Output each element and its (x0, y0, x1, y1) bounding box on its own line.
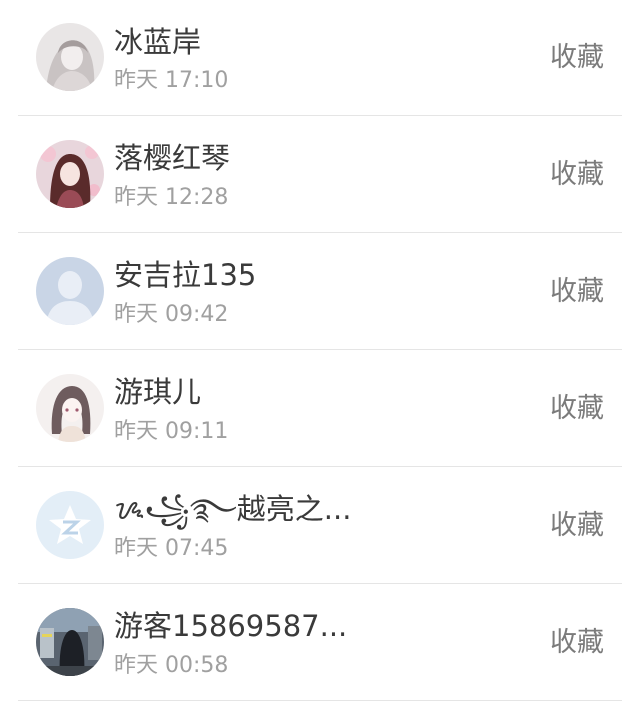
user-name: 安吉拉135 (114, 258, 257, 292)
anime-girl-avatar-icon[interactable] (36, 140, 104, 208)
default-user-avatar-icon[interactable] (36, 257, 104, 325)
user-name: 游琪儿 (114, 375, 202, 409)
favorite-button[interactable]: 收藏 (550, 42, 604, 74)
list-item[interactable]: 冰蓝岸 昨天 17:10 收藏 (0, 0, 640, 117)
visit-time: 昨天 17:10 (114, 68, 229, 93)
user-name: 落樱红琴 (114, 141, 231, 175)
user-name: 游客15869587... (114, 609, 348, 643)
favorite-button[interactable]: 收藏 (550, 159, 604, 191)
user-name: ᝰ꧁࿐越亮之... (114, 492, 352, 526)
qzone-star-avatar-icon[interactable] (36, 491, 104, 559)
visit-time: 昨天 07:45 (114, 536, 229, 561)
user-name: 冰蓝岸 (114, 25, 202, 59)
divider (18, 700, 622, 701)
anime-girl-avatar-icon[interactable] (36, 374, 104, 442)
visit-time: 昨天 00:58 (114, 653, 229, 678)
visit-time: 昨天 09:42 (114, 302, 229, 327)
visit-time: 昨天 09:11 (114, 419, 229, 444)
list-item[interactable]: 游琪儿 昨天 09:11 收藏 (0, 350, 640, 467)
visit-time: 昨天 12:28 (114, 185, 229, 210)
visitor-list: 冰蓝岸 昨天 17:10 收藏 落樱红琴 昨天 12:28 收藏 安吉拉135 … (0, 0, 640, 722)
favorite-button[interactable]: 收藏 (550, 393, 604, 425)
list-item[interactable]: 安吉拉135 昨天 09:42 收藏 (0, 233, 640, 350)
list-item[interactable]: 游客15869587... 昨天 00:58 收藏 (0, 584, 640, 701)
list-item[interactable]: 落樱红琴 昨天 12:28 收藏 (0, 116, 640, 233)
favorite-button[interactable]: 收藏 (550, 627, 604, 659)
list-item[interactable]: ᝰ꧁࿐越亮之... 昨天 07:45 收藏 (0, 467, 640, 584)
favorite-button[interactable]: 收藏 (550, 276, 604, 308)
girl-sketch-avatar-icon[interactable] (36, 23, 104, 91)
favorite-button[interactable]: 收藏 (550, 510, 604, 542)
dark-figure-avatar-icon[interactable] (36, 608, 104, 676)
